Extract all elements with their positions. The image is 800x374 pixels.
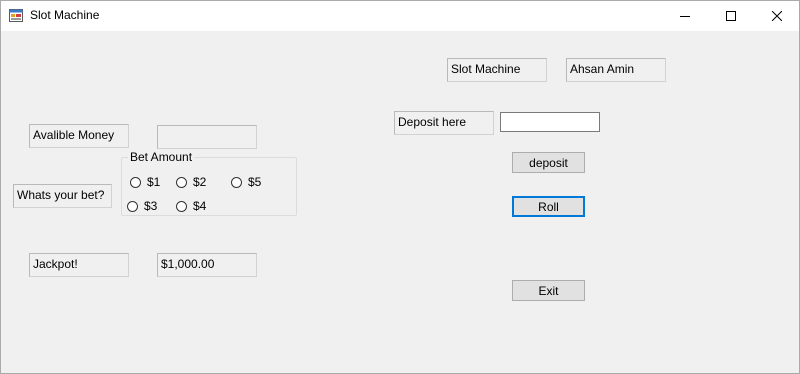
- minimize-button[interactable]: [662, 0, 708, 31]
- radio-circle-icon[interactable]: [231, 176, 242, 188]
- bet-option-4[interactable]: $4: [176, 198, 206, 214]
- jackpot-label: Jackpot!: [29, 253, 129, 277]
- bet-question-label: Whats your bet?: [13, 184, 112, 208]
- roll-button[interactable]: Roll: [512, 196, 585, 217]
- window-border: [0, 0, 800, 374]
- available-money-value: [157, 125, 257, 149]
- deposit-button[interactable]: deposit: [512, 152, 585, 173]
- deposit-input[interactable]: [500, 112, 600, 132]
- maximize-icon: [726, 10, 736, 21]
- bet-amount-group-title: Bet Amount: [128, 150, 195, 164]
- minimize-icon: [680, 15, 690, 17]
- radio-circle-icon[interactable]: [127, 200, 138, 212]
- deposit-label: Deposit here: [394, 111, 494, 135]
- maximize-button[interactable]: [708, 0, 754, 31]
- available-money-label: Avalible Money: [29, 124, 129, 148]
- close-icon: [772, 10, 782, 21]
- bet-option-label: $1: [147, 175, 161, 189]
- bet-option-label: $5: [248, 175, 262, 189]
- bet-option-label: $3: [144, 199, 158, 213]
- author-name-label: Ahsan Amin: [566, 58, 666, 82]
- bet-option-label: $2: [193, 175, 207, 189]
- bet-option-2[interactable]: $2: [176, 174, 206, 190]
- close-button[interactable]: [754, 0, 800, 31]
- title-bar: Slot Machine: [0, 0, 800, 31]
- radio-circle-icon[interactable]: [130, 176, 141, 188]
- jackpot-amount: $1,000.00: [157, 253, 257, 277]
- exit-button[interactable]: Exit: [512, 280, 585, 301]
- app-title-label: Slot Machine: [447, 58, 547, 82]
- bet-option-label: $4: [193, 199, 207, 213]
- bet-option-3[interactable]: $3: [127, 198, 157, 214]
- bet-option-5[interactable]: $5: [231, 174, 261, 190]
- app-form-icon: [9, 9, 23, 22]
- radio-circle-icon[interactable]: [176, 176, 187, 188]
- radio-circle-icon[interactable]: [176, 200, 187, 212]
- bet-option-1[interactable]: $1: [130, 174, 160, 190]
- window-title: Slot Machine: [30, 8, 100, 22]
